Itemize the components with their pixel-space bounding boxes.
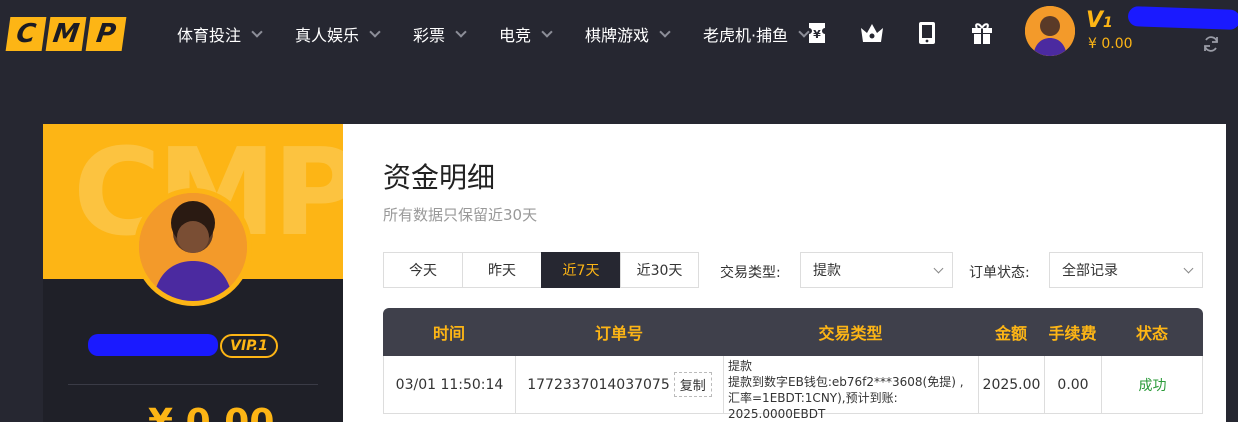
order-status-value: 全部记录 <box>1062 263 1118 279</box>
site-logo[interactable]: C M P <box>5 17 127 51</box>
avatar[interactable] <box>1025 6 1075 56</box>
nav-item-card-games[interactable]: 棋牌游戏 <box>585 22 671 46</box>
column-header-order-no: 订单号 <box>594 324 643 343</box>
cell-amount: 2025.00 <box>979 356 1045 413</box>
nav-item-label: 电竞 <box>499 26 532 45</box>
transaction-type-label: 交易类型: <box>720 265 781 281</box>
page-subtitle: 所有数据只保留近30天 <box>383 206 538 224</box>
cell-fee: 0.00 <box>1045 356 1102 413</box>
order-status-label: 订单状态: <box>969 265 1030 281</box>
range-yesterday-button[interactable]: 昨天 <box>462 252 541 288</box>
cell-transaction-type: 提款 提款到数字EB钱包:eb76f2***3608(免提) ,汇率=1EBDT… <box>724 356 979 421</box>
table-row: 03/01 11:50:14 1772337014037075 复制 提款 提款… <box>383 356 1203 421</box>
status-badge: 成功 <box>1138 377 1167 394</box>
redacted-username <box>1127 6 1238 30</box>
table-header: 时间 订单号 交易类型 金额 手续费 状态 <box>383 308 1203 356</box>
chevron-down-icon <box>933 263 944 274</box>
nav-item-live-casino[interactable]: 真人娱乐 <box>295 22 381 46</box>
logo-letter: M <box>45 17 87 51</box>
funds-detail-panel: 资金明细 所有数据只保留近30天 今天 昨天 近7天 近30天 交易类型: 提款… <box>343 124 1226 422</box>
copy-button[interactable]: 复制 <box>673 372 712 397</box>
cell-time: 03/01 11:50:14 <box>384 356 516 413</box>
crown-icon[interactable] <box>859 20 885 46</box>
chevron-down-icon <box>659 25 671 38</box>
nav-item-label: 体育投注 <box>177 26 242 45</box>
chevron-down-icon <box>541 25 553 38</box>
chevron-down-icon <box>251 25 263 38</box>
order-status-select[interactable]: 全部记录 <box>1049 252 1203 288</box>
top-navigation: C M P 体育投注 真人娱乐 彩票 电竞 棋牌游戏 老虎机·捕鱼 ¥ V1 ¥… <box>0 0 1238 72</box>
column-header-fee: 手续费 <box>1048 324 1097 343</box>
account-balance: ¥ 0.00 <box>148 402 274 422</box>
range-30days-button[interactable]: 近30天 <box>620 252 699 288</box>
divider <box>68 384 318 385</box>
nav-item-lottery[interactable]: 彩票 <box>413 22 467 46</box>
column-header-status: 状态 <box>1135 324 1168 343</box>
range-today-button[interactable]: 今天 <box>383 252 462 288</box>
redacted-username <box>88 334 218 356</box>
transaction-type-detail: 提款到数字EB钱包:eb76f2***3608(免提) ,汇率=1EBDT:1C… <box>728 375 964 421</box>
exchange-icon[interactable]: ¥ <box>804 20 830 46</box>
nav-item-sports[interactable]: 体育投注 <box>177 22 263 46</box>
page-title: 资金明细 <box>383 161 496 194</box>
transaction-type-select[interactable]: 提款 <box>800 252 953 288</box>
refresh-icon[interactable] <box>1202 35 1220 53</box>
range-7days-button[interactable]: 近7天 <box>541 252 620 288</box>
vip-badge: VIP.1 <box>220 334 278 358</box>
nav-item-slots-fishing[interactable]: 老虎机·捕鱼 <box>703 22 810 46</box>
transaction-type-value: 提款 <box>813 263 841 279</box>
logo-letter: C <box>5 17 47 51</box>
header-balance: ¥ 0.00 <box>1088 36 1133 52</box>
chevron-down-icon <box>369 25 381 38</box>
avatar <box>134 188 252 306</box>
mobile-icon[interactable] <box>914 20 940 46</box>
vip-level-number: 1 <box>1103 15 1113 31</box>
cell-order-no: 1772337014037075 复制 <box>516 356 724 413</box>
vip-level-letter: V <box>1086 8 1104 33</box>
gift-icon[interactable] <box>969 20 995 46</box>
vip-level-tag: V1 <box>1086 8 1113 33</box>
chevron-down-icon <box>455 25 467 38</box>
nav-item-label: 棋牌游戏 <box>585 26 650 45</box>
svg-text:¥: ¥ <box>813 28 821 41</box>
chevron-down-icon <box>1183 263 1194 274</box>
date-range-filter: 今天 昨天 近7天 近30天 <box>383 252 699 288</box>
logo-letter: P <box>85 17 127 51</box>
nav-item-label: 彩票 <box>413 26 446 45</box>
column-header-amount: 金额 <box>994 324 1027 343</box>
nav-item-label: 真人娱乐 <box>295 26 360 45</box>
transaction-type-title: 提款 <box>728 359 753 373</box>
order-number: 1772337014037075 <box>527 376 670 393</box>
profile-card: CMP VIP.1 ¥ 0.00 <box>43 124 343 422</box>
nav-item-label: 老虎机·捕鱼 <box>703 26 789 45</box>
column-header-type: 交易类型 <box>818 324 883 343</box>
column-header-time: 时间 <box>432 324 465 343</box>
nav-item-esports[interactable]: 电竞 <box>499 22 553 46</box>
